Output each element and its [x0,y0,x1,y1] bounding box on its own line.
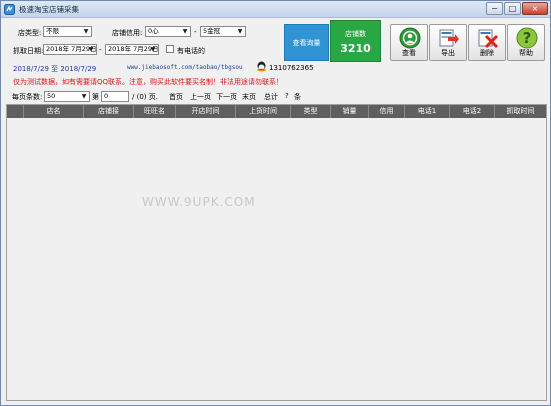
chevron-down-icon: ▼ [88,46,94,53]
credit-to-value: 5金冠 [203,27,221,35]
credit-label: 店铺信用: [112,29,143,37]
chevron-down-icon: ▼ [81,93,87,100]
qq-number: 1310762365 [269,64,314,72]
column-header[interactable]: 上货时间 [235,105,290,118]
column-header[interactable]: 销量 [330,105,368,118]
has-phone-label: 有电话的 [177,47,205,55]
column-header[interactable]: 开店时间 [175,105,235,118]
total-pages-text: / (0) 页. [132,93,158,101]
website-link[interactable]: www.jiebaosoft.com/taobao/tbgsou [127,64,243,71]
shop-count-value: 3210 [340,42,371,55]
results-table[interactable]: 店名 店铺接 旺旺名 开店时间 上货时间 类型 销量 信用 电话1 电话2 抓取… [6,104,547,401]
view-button[interactable]: 查看 [390,24,428,61]
delete-button[interactable]: 删除 [468,24,506,61]
next-page-link[interactable]: 下一页 [216,92,237,102]
view-button-label: 查看 [402,49,416,57]
column-header[interactable]: 店铺接 [83,105,133,118]
date-label: 抓取日期: [13,47,44,55]
shop-count-label: 店铺数 [345,30,366,38]
delete-icon [478,29,499,49]
column-header[interactable]: 信用 [368,105,404,118]
shop-type-label: 店类型: [18,29,42,37]
credit-to-select[interactable]: 5金冠 ▼ [200,26,246,37]
credit-from-select[interactable]: 0心 ▼ [145,26,191,37]
warning-text: 仅为测试数据，如有需要请QQ联系。注意，购买此软件要买名制！非法用途请勿联系！ [13,78,284,86]
last-page-link[interactable]: 末页 [242,92,256,102]
date-range-text: 2018/7/29 至 2018/7/29 [13,65,97,73]
chevron-down-icon: ▼ [237,28,243,35]
chevron-down-icon: ▼ [150,46,156,53]
app-icon [4,4,15,15]
title-bar: 极速淘宝店铺采集 − □ × [1,1,550,18]
column-header[interactable]: 旺旺名 [133,105,175,118]
total-unit: 条 [294,93,301,101]
help-icon: ? [516,27,538,49]
help-button[interactable]: ? 帮助 [507,24,545,61]
shop-type-select[interactable]: 不限 ▼ [43,26,92,37]
prev-page-link[interactable]: 上一页 [190,92,211,102]
date-from-picker[interactable]: 2018年 7月29日 ▼ [43,44,97,55]
page-input-value: 0 [104,92,109,100]
shop-count-panel: 店铺数 3210 [330,20,381,62]
page-input[interactable]: 0 [101,91,129,102]
help-button-label: 帮助 [519,49,533,57]
page-label: 第 [92,93,99,101]
close-button[interactable]: × [522,2,548,15]
row-selector-header [7,105,23,118]
window-title: 极速淘宝店铺采集 [19,5,79,14]
total-value: ? [285,92,289,100]
credit-from-value: 0心 [148,27,159,35]
export-button[interactable]: 导出 [429,24,467,61]
delete-button-label: 删除 [480,49,494,57]
export-button-label: 导出 [441,49,455,57]
table-header: 店名 店铺接 旺旺名 开店时间 上货时间 类型 销量 信用 电话1 电话2 抓取… [7,105,546,118]
date-sep: - [99,46,102,54]
pager-bar: 每页条数: 50 ▼ 第 0 / (0) 页. 首页 上一页 下一页 末页 总计… [6,90,547,103]
column-header[interactable]: 电话1 [404,105,449,118]
column-header[interactable]: 店名 [23,105,83,118]
query-button[interactable]: 查看询量 [284,24,329,61]
first-page-link[interactable]: 首页 [169,92,183,102]
date-to-picker[interactable]: 2018年 7月29日 ▼ [105,44,159,55]
page-size-value: 50 [47,92,56,100]
page-size-select[interactable]: 50 ▼ [44,91,90,102]
maximize-button[interactable]: □ [504,2,521,15]
qq-icon [257,61,266,72]
svg-text:?: ? [523,29,532,47]
column-header[interactable]: 抓取时间 [494,105,546,118]
app-window: 极速淘宝店铺采集 − □ × 店类型: 不限 ▼ 店铺信用: 0心 ▼ - 5金… [0,0,551,406]
chevron-down-icon: ▼ [83,28,89,35]
column-header[interactable]: 电话2 [449,105,494,118]
page-size-label: 每页条数: [12,93,43,101]
column-header[interactable]: 类型 [290,105,330,118]
total-label: 总计 [264,93,278,101]
watermark-text: WWW.9UPK.COM [142,195,256,209]
target-icon [399,27,421,49]
shop-type-value: 不限 [46,27,59,35]
chevron-down-icon: ▼ [182,28,188,35]
has-phone-checkbox[interactable] [166,45,174,53]
credit-sep: - [194,28,197,36]
minimize-button[interactable]: − [486,2,503,15]
export-icon [439,29,459,47]
